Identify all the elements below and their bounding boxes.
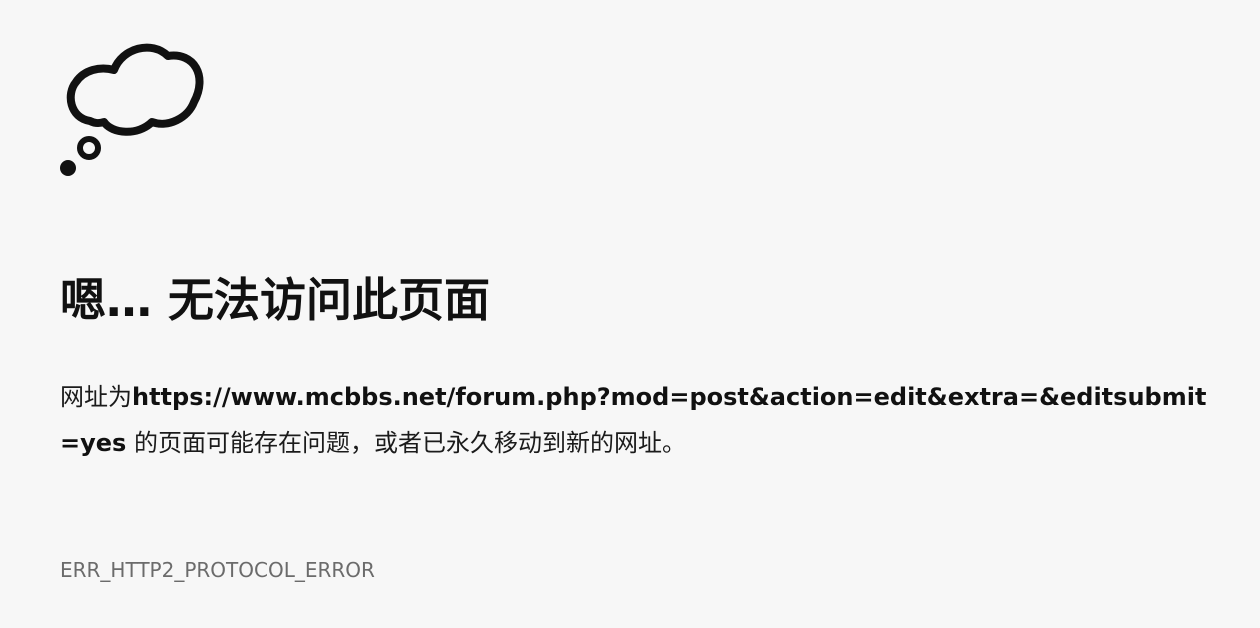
message-suffix: 的页面可能存在问题，或者已永久移动到新的网址。 <box>126 429 686 457</box>
error-message: 网址为https://www.mcbbs.net/forum.php?mod=p… <box>60 374 1220 466</box>
thought-bubble-icon <box>60 43 204 176</box>
error-page: 嗯… 无法访问此页面 网址为https://www.mcbbs.net/foru… <box>0 0 1260 628</box>
message-prefix: 网址为 <box>60 383 132 411</box>
error-code: ERR_HTTP2_PROTOCOL_ERROR <box>60 558 375 582</box>
page-title: 嗯… 无法访问此页面 <box>60 273 491 327</box>
